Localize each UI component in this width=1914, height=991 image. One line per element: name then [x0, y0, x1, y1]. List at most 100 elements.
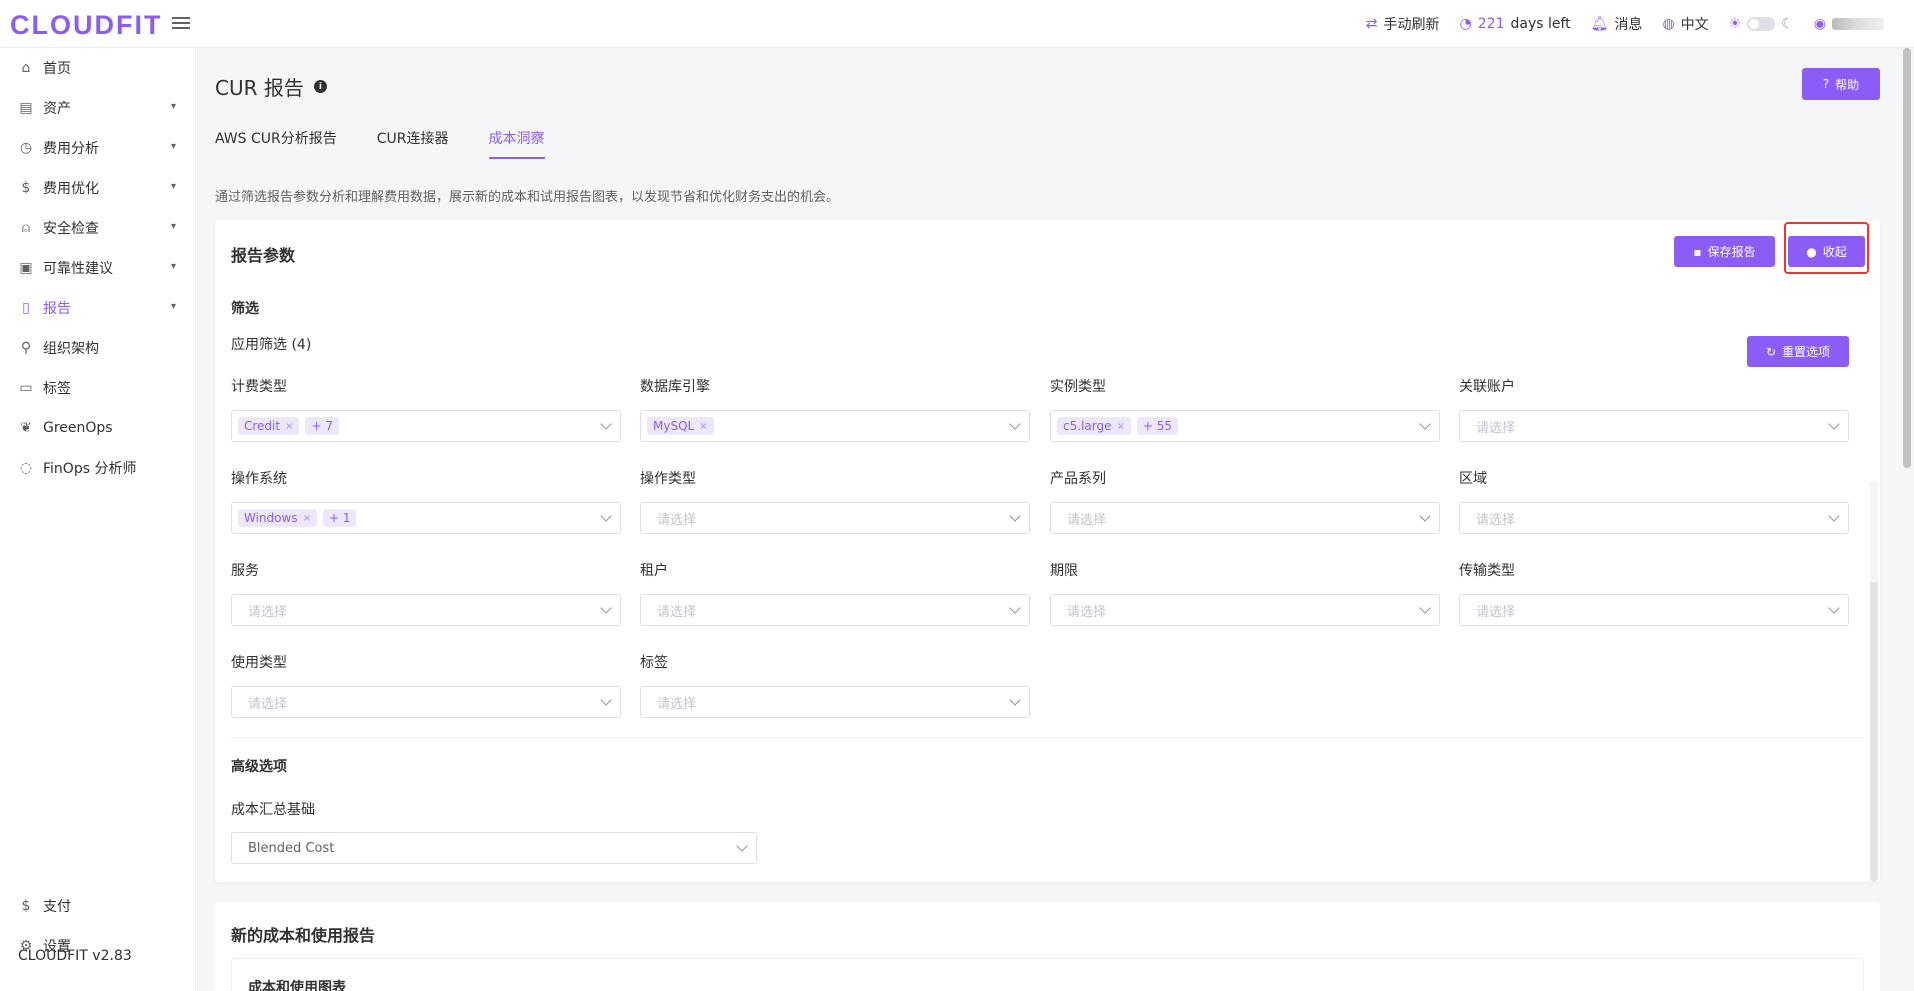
chevron-down-icon [1009, 510, 1021, 522]
sidebar-item-cost-optimization[interactable]: $ 费用优化 ▾ [0, 170, 196, 206]
tenancy-select[interactable]: 请选择 [640, 594, 1030, 626]
sidebar-item-payment[interactable]: $ 支付 [0, 888, 196, 924]
field-label-linked-account: 关联账户 [1459, 379, 1515, 395]
term-select[interactable]: 请选择 [1050, 594, 1440, 626]
service-select[interactable]: 请选择 [231, 594, 621, 626]
chevron-down-icon [600, 602, 612, 614]
messages-button[interactable]: 🔔︎ 消息 [1591, 14, 1643, 34]
field-label-instance-type: 实例类型 [1050, 379, 1106, 395]
field-label-os: 操作系统 [231, 471, 287, 487]
trial-days-indicator[interactable]: ◔ 221 days left [1460, 16, 1571, 32]
os-select[interactable]: Windows × + 1 [231, 502, 621, 534]
chevron-down-icon [736, 840, 748, 852]
field-label-db-engine: 数据库引擎 [640, 379, 710, 395]
alarm-icon: ⍝ [21, 220, 31, 236]
sidebar-item-reliability[interactable]: ▣ 可靠性建议 ▾ [0, 250, 196, 286]
chevron-down-icon [600, 510, 612, 522]
billing-type-select[interactable]: Credit × + 7 [231, 410, 621, 442]
chart-panel: 成本和使用图表 [231, 958, 1864, 991]
db-engine-select[interactable]: MySQL × [640, 410, 1030, 442]
close-icon[interactable]: × [303, 513, 311, 524]
card-scrollbar-track [1870, 482, 1878, 582]
field-label-transfer-type: 传输类型 [1459, 563, 1515, 579]
chart-panel-title: 成本和使用图表 [248, 980, 346, 991]
dollar-icon: $ [21, 898, 31, 914]
menu-toggle-icon[interactable] [172, 14, 190, 32]
bookmark-icon: ▭ [19, 380, 33, 396]
globe-icon: ◍ [1662, 16, 1675, 32]
instance-type-select[interactable]: c5.large × + 55 [1050, 410, 1440, 442]
refresh-icon: ⇄ [1365, 16, 1378, 32]
report-tabs: AWS CUR分析报告 CUR连接器 成本洞察 [215, 128, 545, 159]
page-description: 通过筛选报告参数分析和理解费用数据，展示新的成本和试用报告图表，以发现节省和优化… [215, 190, 840, 205]
sun-icon: ☀ [1728, 16, 1742, 32]
app-version: CLOUDFIT v2.83 [18, 948, 132, 964]
help-button[interactable]: ? 帮助 [1802, 68, 1880, 100]
field-label-tags: 标签 [640, 655, 668, 671]
app-logo[interactable]: CLOUDFIT [10, 10, 162, 41]
filter-tag[interactable]: MySQL × [647, 417, 714, 435]
sidebar-item-org[interactable]: ⚲ 组织架构 [0, 330, 196, 366]
transfer-type-select[interactable]: 请选择 [1459, 594, 1849, 626]
more-tag: + 55 [1136, 417, 1178, 435]
chevron-down-icon: ▾ [170, 301, 176, 312]
question-icon: ? [1822, 77, 1830, 91]
chevron-down-icon: ▾ [170, 261, 176, 272]
user-icon: ◉ [1813, 16, 1826, 32]
report-params-title: 报告参数 [231, 246, 296, 265]
sidebar-item-home[interactable]: ⌂ 首页 [0, 50, 196, 86]
report-params-card: 报告参数 ▪ 保存报告 ● 收起 筛选 应用筛选 (4) ↻ 重置选项 计费类型 Cr… [215, 220, 1880, 882]
theme-switch[interactable]: ☀ ☾ [1729, 16, 1794, 32]
page-scrollbar[interactable] [1903, 48, 1911, 468]
reset-options-button[interactable]: ↻ 重置选项 [1747, 336, 1849, 367]
operation-type-select[interactable]: 请选择 [640, 502, 1030, 534]
manual-refresh-button[interactable]: ⇄ 手动刷新 [1366, 14, 1440, 34]
section-divider [231, 737, 1864, 738]
save-report-button[interactable]: ▪ 保存报告 [1674, 236, 1775, 267]
region-select[interactable]: 请选择 [1459, 502, 1849, 534]
product-family-select[interactable]: 请选择 [1050, 502, 1440, 534]
language-switch[interactable]: ◍ 中文 [1662, 14, 1708, 34]
info-icon[interactable]: i [313, 80, 327, 93]
tab-cur-connector[interactable]: CUR连接器 [377, 128, 449, 159]
close-icon[interactable]: × [285, 421, 293, 432]
sidebar-item-cost-analysis[interactable]: ◷ 费用分析 ▾ [0, 130, 196, 166]
advanced-options-title: 高级选项 [231, 759, 287, 775]
new-report-title: 新的成本和使用报告 [231, 926, 376, 945]
save-icon: ▪ [1693, 244, 1702, 259]
usage-type-select[interactable]: 请选择 [231, 686, 621, 718]
sidebar-item-security-check[interactable]: ⍝ 安全检查 ▾ [0, 210, 196, 246]
org-chart-icon: ⚲ [20, 340, 32, 356]
close-icon[interactable]: × [699, 421, 707, 432]
tab-cost-insight[interactable]: 成本洞察 [488, 128, 545, 159]
field-label-region: 区域 [1459, 471, 1487, 487]
close-icon[interactable]: × [1116, 421, 1124, 432]
sidebar-item-assets[interactable]: ▤ 资产 ▾ [0, 90, 196, 126]
new-report-card: 新的成本和使用报告 成本和使用图表 [215, 902, 1880, 991]
field-label-service: 服务 [231, 563, 259, 579]
filter-tag[interactable]: Windows × [238, 509, 317, 527]
sidebar-item-tags[interactable]: ▭ 标签 [0, 370, 196, 406]
chevron-down-icon [1009, 602, 1021, 614]
more-tag: + 1 [322, 509, 357, 527]
chevron-down-icon [1828, 510, 1840, 522]
sidebar: ⌂ 首页 ▤ 资产 ▾ ◷ 费用分析 ▾ $ 费用优化 ▾ ⍝ 安全检查 ▾ ▣ 可靠性建议 ▾ ▯ 报… [0, 48, 196, 991]
chevron-down-icon [1419, 418, 1431, 430]
theme-toggle[interactable] [1747, 17, 1776, 31]
filter-tag[interactable]: c5.large × [1057, 417, 1131, 435]
sidebar-item-reports[interactable]: ▯ 报告 ▾ [0, 290, 196, 326]
chevron-down-icon [1009, 418, 1021, 430]
username-redacted [1832, 18, 1884, 30]
cost-basis-select[interactable]: Blended Cost [231, 832, 757, 864]
sidebar-item-greenops[interactable]: ❦ GreenOps [0, 410, 196, 446]
linked-account-select[interactable]: 请选择 [1459, 410, 1849, 442]
tags-select[interactable]: 请选择 [640, 686, 1030, 718]
user-menu[interactable]: ◉ [1814, 16, 1884, 32]
sidebar-item-finops-analyst[interactable]: ◌ FinOps 分析师 [0, 450, 196, 486]
field-label-usage-type: 使用类型 [231, 655, 287, 671]
filter-tag[interactable]: Credit × [238, 417, 300, 435]
asset-icon: ▤ [19, 100, 33, 116]
cost-basis-label: 成本汇总基础 [231, 802, 315, 818]
tab-aws-cur-analysis[interactable]: AWS CUR分析报告 [215, 128, 337, 159]
chevron-down-icon [600, 418, 612, 430]
